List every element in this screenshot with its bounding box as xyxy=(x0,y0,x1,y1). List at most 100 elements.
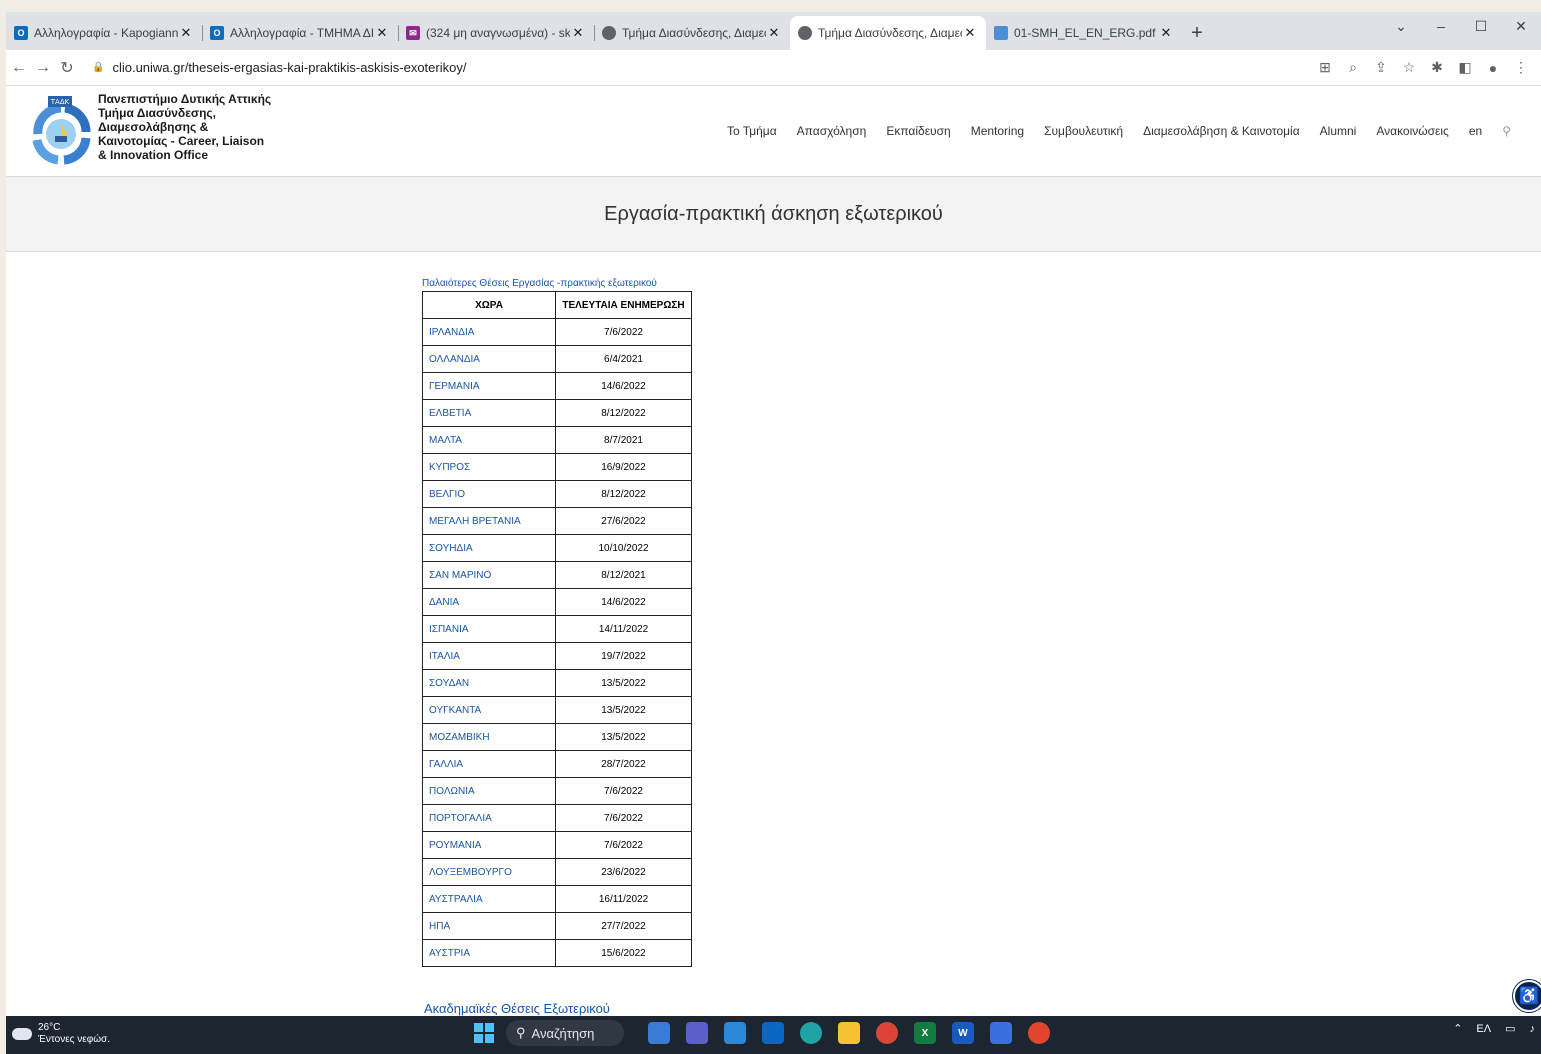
chevron-down-icon[interactable]: ⌄ xyxy=(1381,12,1421,40)
last-update-date: 27/6/2022 xyxy=(555,507,692,535)
lock-icon[interactable]: 🔒 xyxy=(92,62,104,73)
windows-start-icon[interactable] xyxy=(474,1023,494,1043)
chevron-up-icon[interactable]: ⌃ xyxy=(1453,1022,1462,1035)
taskbar-search-label: Αναζήτηση xyxy=(531,1025,595,1041)
network-icon[interactable]: ▭ xyxy=(1505,1022,1515,1035)
site-header: ΤΑΔΚ Πανεπιστήμιο Δυτικής Αττικής Τμήμα … xyxy=(6,86,1541,177)
logo-emblem-icon[interactable]: ΤΑΔΚ xyxy=(28,94,94,166)
country-link[interactable]: ΟΥΓΚΑΝΤΑ xyxy=(422,696,556,724)
nav-item-apascholisi[interactable]: Απασχόληση xyxy=(797,124,867,138)
reload-icon[interactable]: ↻ xyxy=(56,58,78,78)
table-row: ΓΑΛΛΙΑ 28/7/2022 xyxy=(422,750,692,778)
weather-widget[interactable]: 26°C Έντονες νεφώσ. xyxy=(9,1022,110,1046)
teams-icon[interactable] xyxy=(686,1022,708,1044)
excel-icon[interactable]: X xyxy=(914,1022,936,1044)
close-icon[interactable]: ✕ xyxy=(962,25,978,41)
country-link[interactable]: ΜΕΓΑΛΗ ΒΡΕΤΑΝΙΑ xyxy=(422,507,556,535)
tab-outlook-tmima[interactable]: O Αλληλογραφία - ΤΜΗΜΑ ΔΙΑΣΥΝ ✕ xyxy=(202,16,398,50)
translate-icon[interactable]: ⊞ xyxy=(1311,59,1339,76)
tab-clio-1[interactable]: Τμήμα Διασύνδεσης, Διαμεσολάβ ✕ xyxy=(594,16,790,50)
close-icon[interactable]: ✕ xyxy=(374,25,390,41)
nav-item-language-en[interactable]: en xyxy=(1469,124,1482,138)
country-link[interactable]: ΙΡΛΑΝΔΙΑ xyxy=(422,318,556,346)
country-link[interactable]: ΓΑΛΛΙΑ xyxy=(422,750,556,778)
language-indicator[interactable]: ΕΛ xyxy=(1476,1023,1491,1035)
forward-icon[interactable]: → xyxy=(32,59,54,77)
nav-item-mentoring[interactable]: Mentoring xyxy=(971,124,1024,138)
country-link[interactable]: ΛΟΥΞΕΜΒΟΥΡΓΟ xyxy=(422,858,556,886)
country-link[interactable]: ΗΠΑ xyxy=(422,912,556,940)
country-link[interactable]: ΙΣΠΑΝΙΑ xyxy=(422,615,556,643)
last-update-date: 8/12/2022 xyxy=(555,480,692,508)
tab-mail[interactable]: ✉ (324 μη αναγνωσμένα) - skapog ✕ xyxy=(398,16,594,50)
country-link[interactable]: ΠΟΡΤΟΓΑΛΙΑ xyxy=(422,804,556,832)
country-link[interactable]: ΔΑΝΙΑ xyxy=(422,588,556,616)
task-view-icon[interactable] xyxy=(648,1022,670,1044)
older-positions-link[interactable]: Παλαιότερες Θέσεις Εργασίας -πρακτικής ε… xyxy=(422,278,692,289)
close-icon[interactable]: ✕ xyxy=(1158,25,1174,41)
volume-icon[interactable]: ♪ xyxy=(1530,1023,1536,1035)
drop-app-icon[interactable] xyxy=(1028,1022,1050,1044)
last-update-date: 7/6/2022 xyxy=(555,831,692,859)
country-link[interactable]: ΠΟΛΩΝΙΑ xyxy=(422,777,556,805)
mail-app-icon[interactable] xyxy=(762,1022,784,1044)
country-link[interactable]: ΣΟΥΗΔΙΑ xyxy=(422,534,556,562)
nav-item-ekpaideusi[interactable]: Εκπαίδευση xyxy=(886,124,950,138)
store-icon[interactable] xyxy=(724,1022,746,1044)
country-link[interactable]: ΜΑΛΤΑ xyxy=(422,426,556,454)
file-explorer-icon[interactable] xyxy=(838,1022,860,1044)
country-link[interactable]: ΜΟΖΑΜΒΙΚΗ xyxy=(422,723,556,751)
nav-item-symvouleutiki[interactable]: Συμβουλευτική xyxy=(1044,124,1123,138)
accessibility-icon[interactable]: ♿ xyxy=(1513,980,1541,1012)
nav-item-anakoinoseis[interactable]: Ανακοινώσεις xyxy=(1376,124,1449,138)
zoom-icon[interactable]: ⌕ xyxy=(1339,59,1367,76)
country-link[interactable]: ΟΛΛΑΝΔΙΑ xyxy=(422,345,556,373)
nav-item-tmima[interactable]: Το Τμήμα xyxy=(727,124,777,138)
close-icon[interactable]: ✕ xyxy=(178,25,194,41)
share-icon[interactable]: ⇪ xyxy=(1367,59,1395,76)
logo-text[interactable]: Πανεπιστήμιο Δυτικής Αττικής Τμήμα Διασύ… xyxy=(98,92,271,162)
country-link[interactable]: ΣΑΝ ΜΑΡΙΝΟ xyxy=(422,561,556,589)
profile-avatar-icon[interactable]: ● xyxy=(1479,60,1507,76)
paint-icon[interactable] xyxy=(990,1022,1012,1044)
bookmark-star-icon[interactable]: ☆ xyxy=(1395,59,1423,76)
country-link[interactable]: ΓΕΡΜΑΝΙΑ xyxy=(422,372,556,400)
country-link[interactable]: ΚΥΠΡΟΣ xyxy=(422,453,556,481)
country-link[interactable]: ΣΟΥΔΑΝ xyxy=(422,669,556,697)
nav-item-alumni[interactable]: Alumni xyxy=(1320,124,1357,138)
back-icon[interactable]: ← xyxy=(8,59,30,77)
edge-icon[interactable] xyxy=(800,1022,822,1044)
tab-clio-active[interactable]: Τμήμα Διασύνδεσης, Διαμεσολάβ ✕ xyxy=(790,16,986,50)
menu-icon[interactable]: ⋮ xyxy=(1507,59,1535,76)
close-window-icon[interactable]: ✕ xyxy=(1501,12,1541,40)
chrome-icon[interactable] xyxy=(876,1022,898,1044)
taskbar-apps: X W xyxy=(640,1022,1058,1044)
last-update-date: 7/6/2022 xyxy=(555,318,692,346)
countries-table: ΧΩΡΑ ΤΕΛΕΥΤΑΙΑ ΕΝΗΜΕΡΩΣΗ ΙΡΛΑΝΔΙΑ 7/6/202… xyxy=(422,291,692,967)
new-tab-button[interactable]: + xyxy=(1182,16,1212,50)
tab-outlook-kapogianni[interactable]: O Αλληλογραφία - Kapogianni Sofi ✕ xyxy=(6,16,202,50)
close-icon[interactable]: ✕ xyxy=(766,25,782,41)
table-row: ΕΛΒΕΤΙΑ 8/12/2022 xyxy=(422,399,692,427)
country-link[interactable]: ΒΕΛΓΙΟ xyxy=(422,480,556,508)
academic-positions-link[interactable]: Ακαδημαϊκές Θέσεις Εξωτερικού xyxy=(424,1001,610,1016)
maximize-icon[interactable]: ☐ xyxy=(1461,12,1501,40)
country-link[interactable]: ΙΤΑΛΙΑ xyxy=(422,642,556,670)
search-icon[interactable]: ⚲ xyxy=(1502,124,1511,138)
extensions-icon[interactable]: ✱ xyxy=(1423,59,1451,76)
close-icon[interactable]: ✕ xyxy=(570,25,586,41)
page-title: Εργασία-πρακτική άσκηση εξωτερικού xyxy=(604,202,943,225)
taskbar-search[interactable]: ⚲ Αναζήτηση xyxy=(506,1020,624,1046)
tab-pdf[interactable]: 01-SMH_EL_EN_ERG.pdf ✕ xyxy=(986,16,1182,50)
word-icon[interactable]: W xyxy=(952,1022,974,1044)
sidepanel-icon[interactable]: ◧ xyxy=(1451,59,1479,76)
table-row: ΙΤΑΛΙΑ 19/7/2022 xyxy=(422,642,692,670)
nav-item-diamesolavisi[interactable]: Διαμεσολάβηση & Καινοτομία xyxy=(1143,124,1300,138)
country-link[interactable]: ΕΛΒΕΤΙΑ xyxy=(422,399,556,427)
country-link[interactable]: ΑΥΣΤΡΙΑ xyxy=(422,939,556,967)
country-link[interactable]: ΑΥΣΤΡΑΛΙΑ xyxy=(422,885,556,913)
country-link[interactable]: ΡΟΥΜΑΝΙΑ xyxy=(422,831,556,859)
address-bar[interactable]: 🔒 clio.uniwa.gr/theseis-ergasias-kai-pra… xyxy=(92,54,1292,82)
outlook-icon: O xyxy=(210,26,224,40)
minimize-icon[interactable]: – xyxy=(1421,12,1461,40)
